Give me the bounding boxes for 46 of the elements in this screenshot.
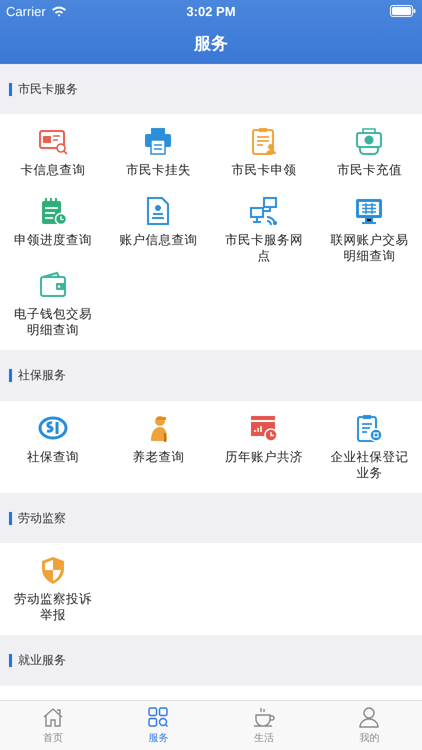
service-item[interactable]: 电子钱包交易明细查询 — [0, 268, 106, 338]
service-label: 市民卡充值 — [336, 162, 403, 178]
service-label: 联网账户交易明细查询 — [329, 232, 410, 264]
service-item[interactable]: 卡信息查询 — [0, 124, 106, 190]
service-label: 市民卡挂失 — [124, 162, 192, 178]
service-label: 账户信息查询 — [118, 232, 198, 248]
service-label: 电子钱包交易明细查询 — [12, 306, 93, 338]
section-title: 劳动监察 — [18, 510, 66, 527]
service-item[interactable]: 市民卡充值 — [316, 124, 422, 190]
service-label: 劳动监察投诉举报 — [12, 591, 93, 624]
service-label: 养老查询 — [131, 448, 186, 465]
service-label: 企业社保登记业务 — [329, 448, 410, 481]
section-title: 市民卡服务 — [18, 80, 78, 98]
service-label: 申领进度查询 — [12, 232, 93, 248]
service-item[interactable]: 申领进度查询 — [0, 194, 106, 264]
section-title: 就业服务 — [18, 652, 66, 669]
cup-icon — [252, 705, 276, 730]
page-title: 服务 — [194, 32, 228, 54]
service-label: 市民卡服务网点 — [224, 232, 304, 264]
service-item[interactable]: 劳动监察投诉举报 — [0, 553, 106, 624]
service-item[interactable]: 账户信息查询 — [106, 194, 211, 264]
battery-icon — [390, 5, 416, 17]
service-item[interactable]: 社保查询 — [0, 410, 106, 481]
carrier-text: Carrier — [6, 4, 46, 18]
service-label: 市民卡申领 — [230, 162, 298, 178]
wifi-icon — [50, 5, 67, 17]
service-item[interactable]: 市民卡服务网点 — [211, 194, 316, 264]
person-icon — [357, 705, 382, 730]
monitor-icon — [354, 196, 384, 226]
service-item[interactable]: 养老查询 — [106, 410, 211, 481]
money-icon — [354, 126, 384, 156]
network-icon — [248, 196, 279, 226]
service-label: 社保查询 — [26, 448, 80, 465]
section-title: 社保服务 — [18, 367, 66, 384]
service-item[interactable]: 市民卡申领 — [211, 124, 316, 190]
service-label: 卡信息查询 — [19, 162, 86, 178]
service-item[interactable]: 市民卡挂失 — [106, 124, 211, 190]
grid-search-icon — [146, 705, 170, 730]
clock-text: 3:02 PM — [186, 4, 236, 18]
service-item[interactable]: 联网账户交易明细查询 — [316, 194, 422, 264]
service-item[interactable]: 历年账户共济 — [211, 410, 316, 481]
clipboard-icon — [354, 412, 384, 443]
tab-bar-item[interactable]: 服务 — [106, 700, 211, 750]
service-label: 历年账户共济 — [224, 448, 304, 465]
printer-icon — [143, 126, 174, 156]
service-item[interactable]: 企业社保登记业务 — [316, 410, 422, 481]
